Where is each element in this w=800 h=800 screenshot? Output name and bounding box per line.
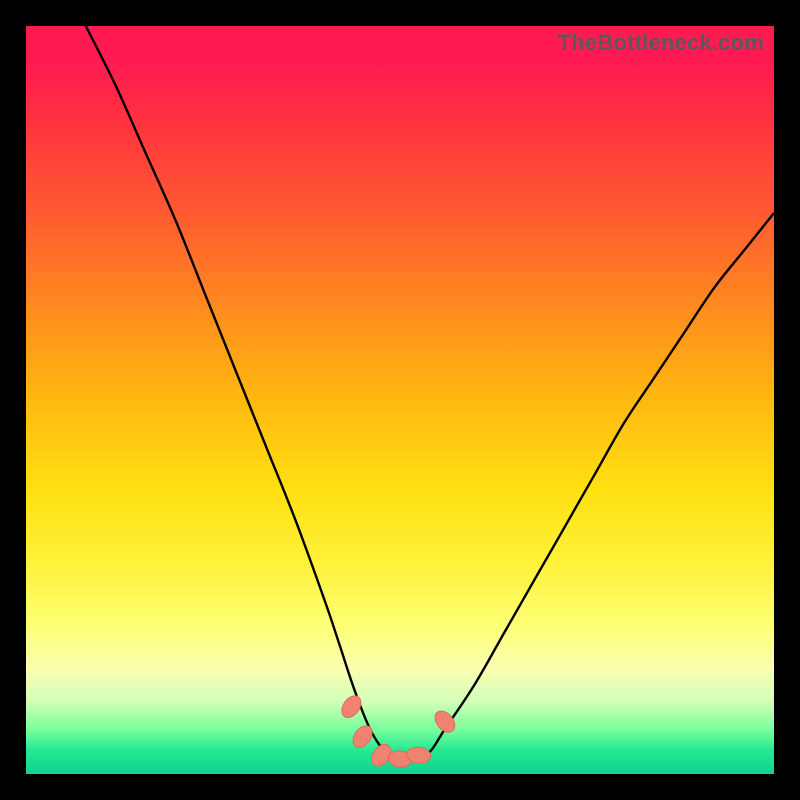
curve-layer xyxy=(26,26,774,774)
plot-area: TheBottleneck.com xyxy=(26,26,774,774)
bottleneck-curve xyxy=(86,26,774,760)
valley-markers xyxy=(338,692,459,769)
watermark-text: TheBottleneck.com xyxy=(558,30,764,56)
bottleneck-curve-path xyxy=(86,26,774,760)
right-marker xyxy=(431,707,459,736)
outer-frame: TheBottleneck.com xyxy=(0,0,800,800)
left-marker-mid xyxy=(349,722,376,751)
